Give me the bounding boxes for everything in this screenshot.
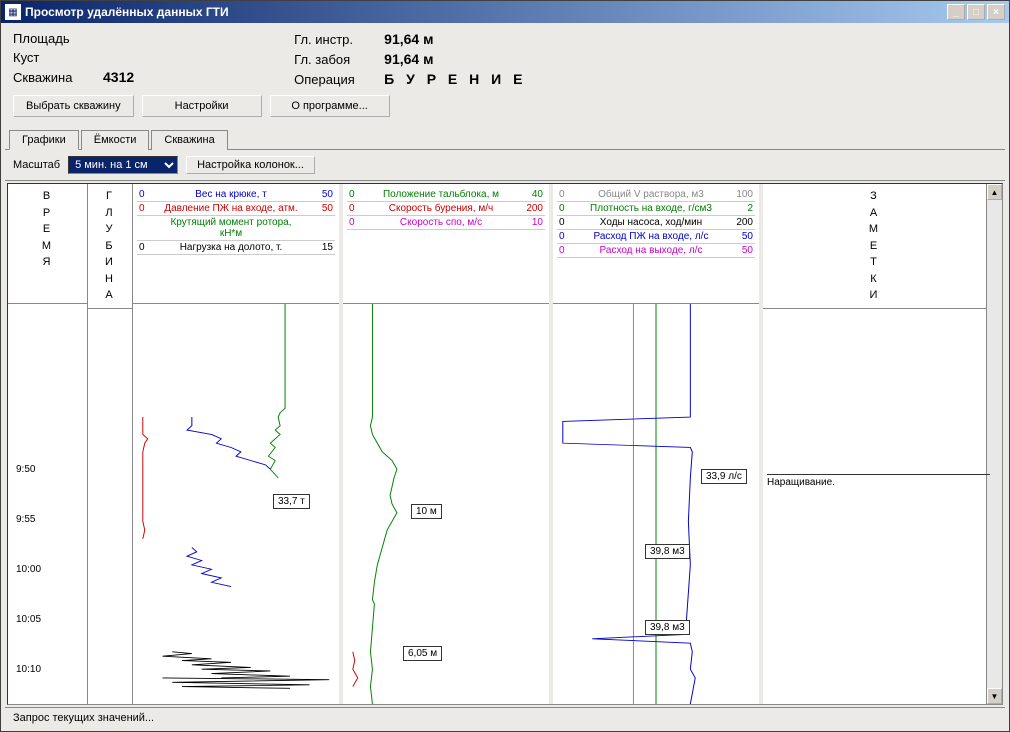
curve-label: 0Плотность на входе, г/см32 bbox=[557, 202, 755, 216]
toolbar: Выбрать скважину Настройки О программе..… bbox=[5, 91, 1005, 121]
hole-depth-label: Гл. забоя bbox=[294, 52, 384, 67]
chart-annotation: 33,9 л/с bbox=[701, 469, 747, 484]
chart-annotation: 39,8 м3 bbox=[645, 544, 690, 559]
time-tick: 9:55 bbox=[16, 514, 35, 525]
bush-label: Куст bbox=[13, 50, 103, 65]
settings-button[interactable]: Настройки bbox=[142, 95, 262, 117]
curve-label: 0Давление ПЖ на входе, атм.50 bbox=[137, 202, 335, 216]
curve-label: 0Скорость спо, м/с10 bbox=[347, 216, 545, 230]
status-text: Запрос текущих значений... bbox=[13, 712, 154, 724]
scale-row: Масштаб 5 мин. на 1 см Настройка колонок… bbox=[5, 150, 1005, 181]
area-label: Площадь bbox=[13, 31, 103, 46]
depth-header: ГЛУБИНА bbox=[88, 184, 132, 309]
window-title: Просмотр удалённых данных ГТИ bbox=[25, 5, 947, 19]
hole-depth-value: 91,64 м bbox=[384, 51, 433, 67]
curve-label: 0Общий V раствора, м3100 bbox=[557, 188, 755, 202]
operation-label: Операция bbox=[294, 72, 384, 87]
note-entry: Наращивание. bbox=[767, 474, 990, 488]
statusbar: Запрос текущих значений... bbox=[5, 707, 1005, 727]
tool-depth-label: Гл. инстр. bbox=[294, 32, 384, 47]
about-button[interactable]: О программе... bbox=[270, 95, 390, 117]
well-label: Скважина bbox=[13, 70, 103, 85]
tab-well[interactable]: Скважина bbox=[151, 130, 227, 150]
chart-annotation: 33,7 т bbox=[273, 494, 310, 509]
curve-label: 0Расход на выходе, л/с50 bbox=[557, 244, 755, 258]
maximize-button[interactable]: □ bbox=[967, 4, 985, 20]
close-button[interactable]: × bbox=[987, 4, 1005, 20]
time-tick: 10:10 bbox=[16, 664, 41, 675]
time-tick: 9:50 bbox=[16, 464, 35, 475]
track-1: 0Вес на крюке, т500Давление ПЖ на входе,… bbox=[133, 184, 343, 704]
track-3: 0Общий V раствора, м31000Плотность на вх… bbox=[553, 184, 763, 704]
app-icon: ▦ bbox=[5, 4, 21, 20]
app-window: ▦ Просмотр удалённых данных ГТИ _ □ × Пл… bbox=[0, 0, 1010, 732]
curve-label: 0Скорость бурения, м/ч200 bbox=[347, 202, 545, 216]
track-2-header: 0Положение тальблока, м400Скорость бурен… bbox=[343, 184, 549, 304]
time-tick: 10:00 bbox=[16, 564, 41, 575]
titlebar: ▦ Просмотр удалённых данных ГТИ _ □ × bbox=[1, 1, 1009, 23]
info-panel: Площадь Куст Скважина4312 Гл. инстр.91,6… bbox=[5, 27, 1005, 91]
column-settings-button[interactable]: Настройка колонок... bbox=[186, 156, 315, 174]
minimize-button[interactable]: _ bbox=[947, 4, 965, 20]
depth-column: ГЛУБИНА bbox=[88, 184, 133, 704]
vertical-scrollbar[interactable]: ▲ ▼ bbox=[986, 184, 1002, 704]
scroll-track[interactable] bbox=[987, 200, 1002, 688]
curve-label: 0Положение тальблока, м40 bbox=[347, 188, 545, 202]
tab-tanks[interactable]: Ёмкости bbox=[81, 130, 150, 150]
curve-label: 0Ходы насоса, ход/мин200 bbox=[557, 216, 755, 230]
curve-label: Крутящий момент ротора, кН*м bbox=[137, 216, 335, 241]
chart-area: ВРЕМЯ 9:509:5510:0010:0510:1010:1510:20 … bbox=[7, 183, 1003, 705]
operation-value: Б У Р Е Н И Е bbox=[384, 71, 526, 87]
scale-select[interactable]: 5 мин. на 1 см bbox=[68, 156, 178, 174]
time-tick: 10:05 bbox=[16, 614, 41, 625]
chart-annotation: 6,05 м bbox=[403, 646, 442, 661]
time-column: ВРЕМЯ 9:509:5510:0010:0510:1010:1510:20 bbox=[8, 184, 88, 704]
well-value: 4312 bbox=[103, 69, 134, 85]
chart-annotation: 39,8 м3 bbox=[645, 620, 690, 635]
time-header: ВРЕМЯ bbox=[8, 184, 87, 304]
scroll-up-button[interactable]: ▲ bbox=[987, 184, 1002, 200]
scale-label: Масштаб bbox=[13, 159, 60, 171]
tab-charts[interactable]: Графики bbox=[9, 130, 79, 150]
curve-label: 0Вес на крюке, т50 bbox=[137, 188, 335, 202]
notes-column: ЗАМЕТКИ Наращивание.Бурение. bbox=[763, 184, 986, 704]
chart-annotation: 10 м bbox=[411, 504, 442, 519]
curve-label: 0Расход ПЖ на входе, л/с50 bbox=[557, 230, 755, 244]
content-area: Площадь Куст Скважина4312 Гл. инстр.91,6… bbox=[1, 23, 1009, 731]
select-well-button[interactable]: Выбрать скважину bbox=[13, 95, 134, 117]
tool-depth-value: 91,64 м bbox=[384, 31, 433, 47]
curve-label: 0Нагрузка на долото, т.15 bbox=[137, 241, 335, 255]
track-3-header: 0Общий V раствора, м31000Плотность на вх… bbox=[553, 184, 759, 304]
notes-header: ЗАМЕТКИ bbox=[763, 184, 986, 309]
tabs: Графики Ёмкости Скважина bbox=[5, 129, 1005, 150]
scroll-down-button[interactable]: ▼ bbox=[987, 688, 1002, 704]
track-2: 0Положение тальблока, м400Скорость бурен… bbox=[343, 184, 553, 704]
track-1-header: 0Вес на крюке, т500Давление ПЖ на входе,… bbox=[133, 184, 339, 304]
